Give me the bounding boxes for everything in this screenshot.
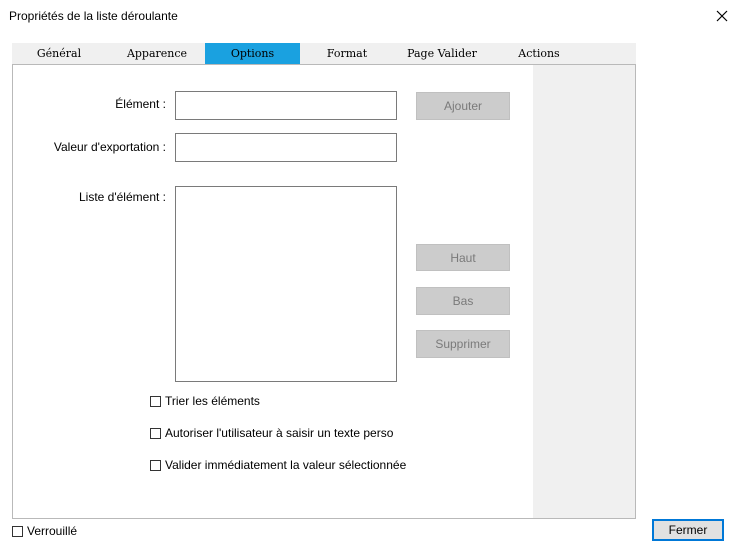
locked-label: Verrouillé [27,524,78,538]
element-input[interactable] [175,91,397,120]
down-button[interactable]: Bas [416,287,510,315]
export-value-input[interactable] [175,133,397,162]
commit-immediately-label: Valider immédiatement la valeur sélectio… [165,458,407,472]
checkbox-box[interactable] [150,459,161,471]
window-title: Propriétés de la liste déroulante [9,9,178,23]
tab-format[interactable]: Format [300,43,394,64]
close-button[interactable]: Fermer [652,519,724,541]
allow-custom-text-label: Autoriser l'utilisateur à saisir un text… [165,426,394,440]
locked-checkbox[interactable]: Verrouillé [12,524,77,538]
checkbox-box[interactable] [150,427,161,439]
tab-options[interactable]: Options [205,43,300,64]
checkbox-box[interactable] [12,525,23,537]
add-button[interactable]: Ajouter [416,92,510,120]
tab-actions[interactable]: Actions [490,43,588,64]
title-bar: Propriétés de la liste déroulante [0,0,737,32]
sort-items-checkbox[interactable]: Trier les éléments [150,394,260,408]
tab-appearance[interactable]: Apparence [109,43,205,64]
tab-validate-page[interactable]: Page Valider [394,43,490,64]
panel-side-area [533,65,635,518]
allow-custom-text-checkbox[interactable]: Autoriser l'utilisateur à saisir un text… [150,426,393,440]
sort-items-label: Trier les éléments [165,394,260,408]
item-list-box[interactable] [175,186,397,382]
tab-bar: Général Apparence Options Format Page Va… [12,43,636,64]
item-list-label: Liste d'élément : [78,190,166,204]
delete-button[interactable]: Supprimer [416,330,510,358]
close-icon[interactable] [707,2,737,30]
export-value-label: Valeur d'exportation : [53,140,166,154]
element-label: Élément : [115,97,166,111]
checkbox-box[interactable] [150,395,161,407]
up-button[interactable]: Haut [416,244,510,271]
commit-immediately-checkbox[interactable]: Valider immédiatement la valeur sélectio… [150,458,406,472]
tab-general[interactable]: Général [12,43,106,64]
